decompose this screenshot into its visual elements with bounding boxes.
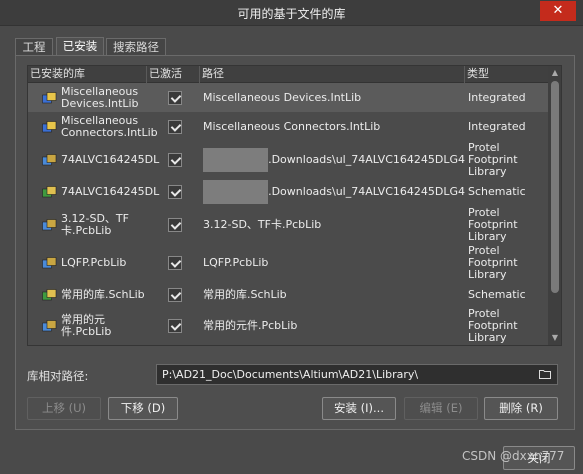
active-checkbox[interactable] (168, 288, 182, 302)
table-row[interactable]: 常用的元件.PcbLib 常用的元件.PcbLib Protel Footprint… (28, 306, 548, 344)
library-name: 74ALVC164245DL (61, 185, 160, 198)
active-checkbox[interactable] (168, 152, 182, 167)
window-close-button[interactable]: ✕ (540, 1, 576, 21)
library-type: Integrated (468, 90, 526, 104)
active-checkbox[interactable] (168, 90, 182, 105)
relative-path-field[interactable]: P:\AD21_Doc\Documents\Altium\AD21\Librar… (156, 364, 558, 385)
table-row[interactable]: LQFP.PcbLib LQFP.PcbLib Protel Footprint L… (28, 244, 548, 281)
install-button[interactable]: 安装 (I)... (322, 397, 396, 420)
redacted-path-block (203, 147, 269, 172)
library-path: LQFP.PcbLib (203, 255, 269, 269)
library-name: Miscellaneous Devices.IntLib (61, 84, 139, 110)
move-down-button[interactable]: 下移 (D) (108, 397, 178, 420)
watermark: CSDN @dxxn777 (462, 449, 565, 463)
scroll-up-icon[interactable]: ▲ (548, 66, 561, 80)
active-checkbox[interactable] (168, 318, 182, 333)
pcb-lib-icon (42, 319, 57, 331)
table-header: 已安装的库 已激活 路径 类型 (28, 66, 548, 83)
library-name: LQFP.PcbLib (61, 255, 127, 269)
table-row[interactable]: 常用的库.SchLib 常用的库.SchLib Schematic (28, 281, 548, 309)
integrated-lib-icon (42, 91, 57, 103)
library-type: Schematic (468, 288, 526, 301)
column-header-library[interactable]: 已安装的库 (28, 66, 147, 83)
library-path-text: .Downloads\ul_74ALVC164245DLG4 (268, 185, 465, 198)
library-path-text: .Downloads\ul_74ALVC164245DLG4 (268, 152, 465, 166)
library-path: Miscellaneous Devices.IntLib (203, 90, 362, 104)
library-path: .Downloads\ul_74ALVC164245DLG4 (203, 178, 465, 206)
scroll-thumb[interactable] (551, 81, 559, 293)
scroll-down-icon[interactable]: ▼ (548, 331, 561, 345)
table-row[interactable]: Miscellaneous Devices.IntLib Miscellaneou… (28, 83, 548, 112)
active-checkbox[interactable] (168, 255, 182, 270)
library-path: Miscellaneous Connectors.IntLib (203, 119, 381, 133)
table-row[interactable]: Miscellaneous Connectors.IntLib Miscellan… (28, 112, 548, 141)
folder-open-icon[interactable] (539, 369, 551, 379)
library-table: 已安装的库 已激活 路径 类型 Miscellaneous Devices.In… (27, 65, 562, 346)
library-name: 常用的元件.PcbLib (61, 312, 112, 338)
table-row[interactable]: 3.12-SD、TF卡.PcbLib 3.12-SD、TF卡.PcbLib Prot… (28, 206, 548, 244)
integrated-lib-icon (42, 120, 57, 132)
column-header-path[interactable]: 路径 (200, 66, 465, 83)
sch-lib-icon (42, 289, 57, 301)
table-row[interactable]: 74ALVC164245DL .Downloads\ul_74ALVC164245… (28, 178, 548, 206)
vertical-scrollbar[interactable]: ▲ ▼ (548, 66, 561, 345)
library-type: Protel Footprint Library (468, 243, 518, 281)
installed-panel: 已安装的库 已激活 路径 类型 Miscellaneous Devices.In… (15, 55, 575, 430)
edit-button[interactable]: 编辑 (E) (404, 397, 478, 420)
library-type: Integrated (468, 119, 526, 133)
library-path: .Downloads\ul_74ALVC164245DLG4 (203, 141, 465, 178)
library-name: 3.12-SD、TF卡.PcbLib (61, 212, 129, 237)
library-name: 常用的库.SchLib (61, 288, 145, 301)
pcb-lib-icon (42, 219, 57, 231)
active-checkbox[interactable] (168, 119, 182, 134)
tab-installed[interactable]: 已安装 (56, 37, 104, 56)
title-bar: 可用的基于文件的库 ✕ (0, 0, 583, 26)
library-path: 常用的库.SchLib (203, 288, 287, 301)
pcb-lib-icon (42, 153, 57, 165)
table-row[interactable]: 74ALVC164245DL .Downloads\ul_74ALVC164245… (28, 141, 548, 178)
tab-search-path[interactable]: 搜索路径 (106, 38, 166, 56)
relative-path-label: 库相对路径: (27, 369, 89, 383)
remove-button[interactable]: 删除 (R) (484, 397, 558, 420)
pcb-lib-icon (42, 256, 57, 268)
tab-project[interactable]: 工程 (15, 38, 53, 56)
active-checkbox[interactable] (168, 218, 182, 232)
active-checkbox[interactable] (168, 185, 182, 199)
library-type: Protel Footprint Library (468, 206, 518, 243)
column-header-type[interactable]: 类型 (465, 66, 548, 83)
library-name: Miscellaneous Connectors.IntLib (61, 113, 158, 139)
library-type: Protel Footprint Library (468, 140, 518, 178)
column-header-active[interactable]: 已激活 (147, 66, 200, 83)
library-path: 常用的元件.PcbLib (203, 318, 298, 332)
library-name: 74ALVC164245DL (61, 152, 160, 166)
library-type: Schematic (468, 185, 526, 198)
redacted-path-block (203, 180, 269, 204)
library-type: Protel Footprint Library (468, 306, 518, 344)
window-title: 可用的基于文件的库 (237, 7, 346, 21)
sch-lib-icon (42, 186, 57, 198)
relative-path-value: P:\AD21_Doc\Documents\Altium\AD21\Librar… (162, 368, 419, 381)
library-path: 3.12-SD、TF卡.PcbLib (203, 218, 322, 231)
move-up-button[interactable]: 上移 (U) (27, 397, 101, 420)
